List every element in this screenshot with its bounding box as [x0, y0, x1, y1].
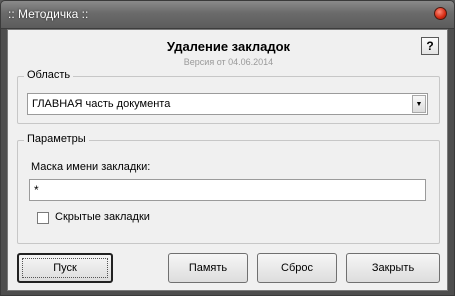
title-bar[interactable]: :: Методичка ::: [1, 1, 454, 29]
dialog-body: Удаление закладок Версия от 04.06.2014 ?…: [7, 29, 448, 291]
chevron-down-icon[interactable]: ▼: [412, 95, 426, 113]
area-group: Область ГЛАВНАЯ часть документа ▼: [17, 69, 440, 124]
run-button[interactable]: Пуск: [17, 253, 113, 283]
dialog-title: Удаление закладок: [166, 39, 291, 54]
window-title: :: Методичка ::: [8, 7, 89, 21]
mask-label: Маска имени закладки:: [31, 161, 151, 173]
version-label: Версия от 04.06.2014: [183, 57, 274, 67]
close-button[interactable]: Закрыть: [346, 253, 440, 283]
params-group: Параметры Маска имени закладки: Скрытые …: [17, 133, 440, 244]
area-select-value: ГЛАВНАЯ часть документа: [32, 98, 171, 110]
area-group-legend: Область: [24, 69, 74, 81]
close-icon[interactable]: [434, 7, 447, 20]
hidden-bookmarks-checkbox[interactable]: [37, 212, 49, 224]
app-window: :: Методичка :: Удаление закладок Версия…: [0, 0, 455, 296]
run-button-label: Пуск: [53, 262, 77, 274]
help-button[interactable]: ?: [421, 37, 439, 55]
hidden-bookmarks-label[interactable]: Скрытые закладки: [55, 211, 150, 223]
params-group-legend: Параметры: [24, 133, 89, 145]
area-select[interactable]: ГЛАВНАЯ часть документа ▼: [27, 93, 428, 115]
memory-button[interactable]: Память: [168, 253, 248, 283]
mask-input[interactable]: [29, 179, 426, 201]
reset-button[interactable]: Сброс: [257, 253, 337, 283]
